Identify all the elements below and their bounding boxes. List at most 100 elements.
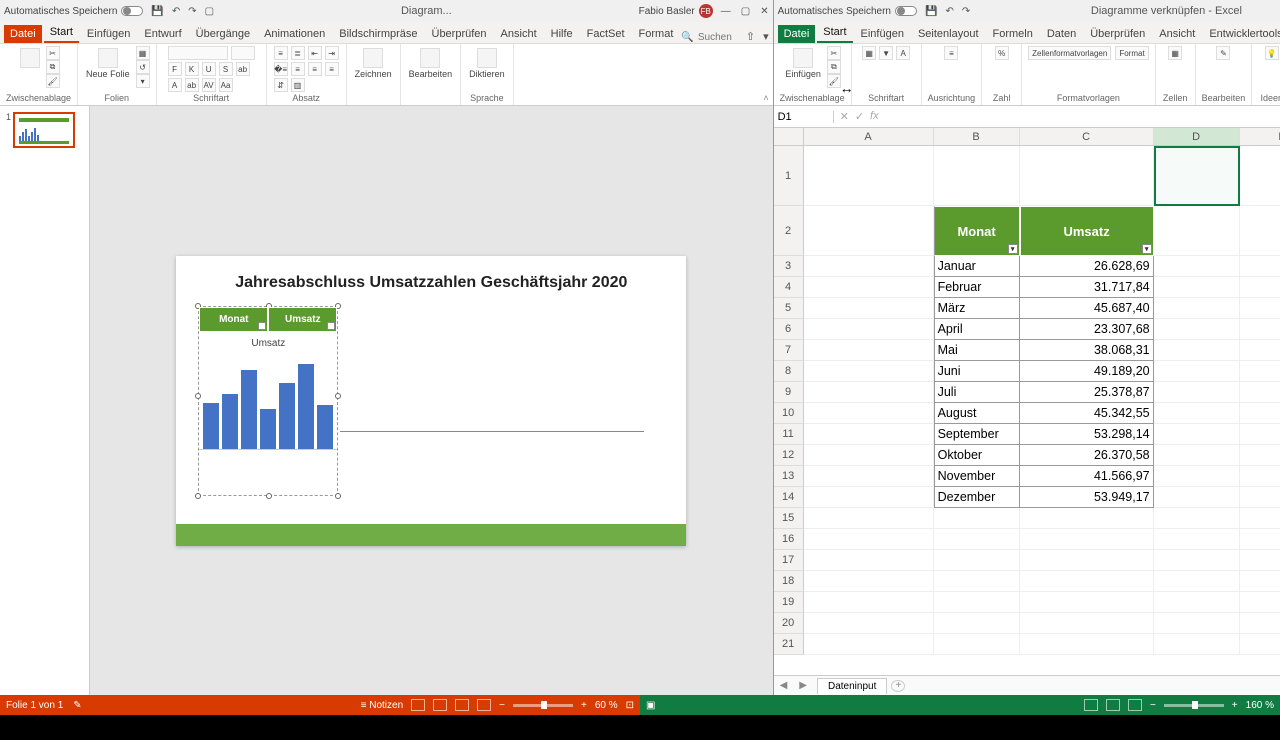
cell[interactable]	[804, 256, 934, 277]
cell[interactable]	[1020, 550, 1154, 571]
cell[interactable]	[1154, 146, 1240, 206]
cell[interactable]	[1240, 382, 1280, 403]
cell[interactable]	[1240, 487, 1280, 508]
numbering-icon[interactable]: ≣	[291, 46, 305, 60]
row-header[interactable]: 9	[774, 382, 804, 403]
paste-button[interactable]: Einfügen	[783, 46, 823, 81]
reading-view-icon[interactable]	[455, 699, 469, 711]
row-header[interactable]: 8	[774, 361, 804, 382]
filter-dropdown-icon[interactable]: ▾	[1142, 244, 1152, 254]
slide-title[interactable]: Jahresabschluss Umsatzzahlen Geschäftsja…	[186, 274, 676, 292]
zoom-level[interactable]: 60 %	[595, 700, 618, 711]
tab-datei[interactable]: Datei	[4, 25, 42, 43]
cell[interactable]	[1240, 403, 1280, 424]
sheet-nav-prev-icon[interactable]: ◀	[774, 680, 794, 691]
cell[interactable]	[804, 424, 934, 445]
fit-to-window-icon[interactable]: ⊡	[626, 700, 634, 711]
cell[interactable]: 38.068,31	[1020, 340, 1154, 361]
cell[interactable]	[1154, 466, 1240, 487]
row-header[interactable]: 15	[774, 508, 804, 529]
strike-button[interactable]: S	[219, 62, 233, 76]
cell[interactable]: Monat▾	[934, 206, 1020, 256]
cell[interactable]	[1240, 592, 1280, 613]
cell-styles-button[interactable]: Zellenformatvorlagen	[1028, 46, 1111, 60]
zoom-in-icon[interactable]: +	[1232, 700, 1238, 711]
cancel-icon[interactable]: ✕	[840, 110, 849, 123]
cell[interactable]: Dezember	[934, 487, 1020, 508]
italic-button[interactable]: K	[185, 62, 199, 76]
highlight-icon[interactable]: ab	[185, 78, 199, 92]
columns-icon[interactable]: ▥	[291, 78, 305, 92]
cells-icon[interactable]: ▦	[1168, 46, 1182, 60]
enter-icon[interactable]: ✓	[855, 110, 864, 123]
row-header[interactable]: 19	[774, 592, 804, 613]
cell[interactable]: 45.342,55	[1020, 403, 1154, 424]
cell[interactable]	[1020, 634, 1154, 655]
tab-ansicht[interactable]: Ansicht	[495, 25, 543, 43]
normal-view-icon[interactable]	[411, 699, 425, 711]
cell[interactable]	[1154, 340, 1240, 361]
save-icon[interactable]: 💾	[925, 6, 937, 17]
row-header[interactable]: 1	[774, 146, 804, 206]
cell[interactable]: 31.717,84	[1020, 277, 1154, 298]
cell[interactable]: April	[934, 319, 1020, 340]
cell[interactable]	[1154, 319, 1240, 340]
cell[interactable]	[804, 508, 934, 529]
justify-icon[interactable]: ≡	[325, 62, 339, 76]
tab-einfuegen[interactable]: Einfügen	[81, 25, 136, 43]
row-header[interactable]: 14	[774, 487, 804, 508]
zoom-level[interactable]: 160 %	[1246, 700, 1274, 711]
cell[interactable]	[804, 445, 934, 466]
cell[interactable]	[1240, 508, 1280, 529]
cell[interactable]	[804, 319, 934, 340]
cell[interactable]	[934, 146, 1020, 206]
format-painter-icon[interactable]: 🖌	[827, 74, 841, 88]
tab-ueberpruefen[interactable]: Überprüfen	[1084, 25, 1151, 43]
zoom-out-icon[interactable]: −	[499, 700, 505, 711]
copy-icon[interactable]: ⧉	[827, 60, 841, 74]
row-header[interactable]: 6	[774, 319, 804, 340]
name-box[interactable]: D1	[774, 111, 834, 123]
cell[interactable]	[1154, 445, 1240, 466]
zoom-slider[interactable]	[513, 704, 573, 707]
cell[interactable]	[934, 571, 1020, 592]
tab-factset[interactable]: FactSet	[581, 25, 631, 43]
cell[interactable]	[1154, 298, 1240, 319]
number-format-icon[interactable]: %	[995, 46, 1009, 60]
tab-hilfe[interactable]: Hilfe	[545, 25, 579, 43]
close-icon[interactable]: ✕	[760, 6, 768, 17]
reset-icon[interactable]: ↺	[136, 60, 150, 74]
cell[interactable]: 26.628,69	[1020, 256, 1154, 277]
col-header-b[interactable]: B	[934, 128, 1020, 145]
cell[interactable]: Februar	[934, 277, 1020, 298]
sheet-tab-dateninput[interactable]: Dateninput	[817, 678, 887, 694]
filter-dropdown-icon[interactable]: ▾	[258, 322, 266, 330]
cell[interactable]	[934, 508, 1020, 529]
zoom-in-icon[interactable]: +	[581, 700, 587, 711]
cell[interactable]	[1020, 508, 1154, 529]
toggle-switch-icon[interactable]	[121, 6, 143, 16]
cell[interactable]	[804, 403, 934, 424]
section-icon[interactable]: ▾	[136, 74, 150, 88]
align-left-icon[interactable]: �≡	[274, 62, 288, 76]
cell[interactable]: Juni	[934, 361, 1020, 382]
cell[interactable]	[1154, 382, 1240, 403]
cell[interactable]	[934, 592, 1020, 613]
row-header[interactable]: 16	[774, 529, 804, 550]
filter-dropdown-icon[interactable]: ▾	[1008, 244, 1018, 254]
tab-einfuegen[interactable]: Einfügen	[855, 25, 910, 43]
cell[interactable]	[1240, 298, 1280, 319]
notes-button[interactable]: ≡ Notizen	[361, 700, 404, 711]
cell[interactable]: 23.307,68	[1020, 319, 1154, 340]
cell[interactable]	[804, 487, 934, 508]
tab-daten[interactable]: Daten	[1041, 25, 1082, 43]
align-center-icon[interactable]: ≡	[291, 62, 305, 76]
tab-format[interactable]: Format	[633, 25, 680, 43]
row-header[interactable]: 4	[774, 277, 804, 298]
row-header[interactable]: 12	[774, 445, 804, 466]
font-size[interactable]	[231, 46, 255, 60]
normal-view-icon[interactable]	[1084, 699, 1098, 711]
tab-start[interactable]: Start	[44, 23, 79, 43]
cell[interactable]	[804, 277, 934, 298]
cell[interactable]: August	[934, 403, 1020, 424]
